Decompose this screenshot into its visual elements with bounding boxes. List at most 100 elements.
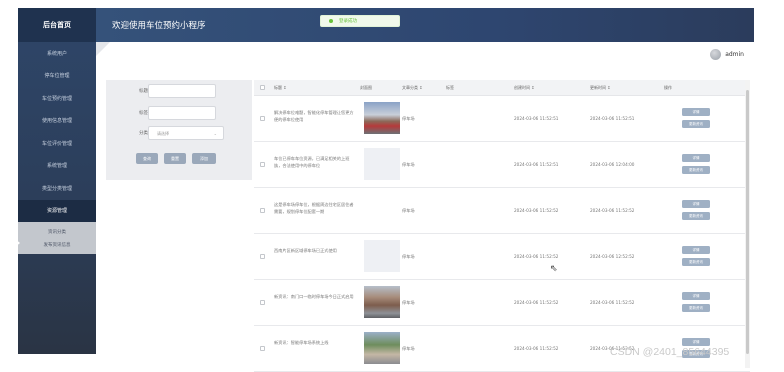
table-row[interactable]: 西南片区新区域停车场已正式使用停车场 2024-03-06 11:52:52 202… bbox=[254, 234, 750, 280]
row-category: 停车场 bbox=[402, 300, 415, 305]
tag-field-row: 标签 bbox=[106, 106, 252, 120]
table-row[interactable]: 这是停车场停车位，根据周边住宅区居住者需要，规划停车位配套一期停车场 2024-0… bbox=[254, 188, 750, 234]
sidebar-item-categories[interactable]: 类型分类管理 bbox=[18, 177, 96, 200]
row-updated: 2024-03-06 12:04:00 bbox=[590, 162, 635, 167]
sidebar-subitem-publish-news[interactable]: 发布资讯信息 bbox=[18, 238, 96, 251]
row-title: 西南片区新区域停车场已正式使用 bbox=[274, 248, 337, 253]
sidebar-item-reviews[interactable]: 车位评价管理 bbox=[18, 132, 96, 155]
col-category[interactable]: 文章分类 ↕ bbox=[402, 85, 423, 91]
row-created: 2024-03-06 11:52:52 bbox=[514, 300, 559, 305]
edit-button[interactable]: 更新资讯 bbox=[682, 120, 710, 128]
add-button[interactable]: 添加 bbox=[192, 153, 216, 164]
detail-button[interactable]: 详情 bbox=[682, 200, 710, 208]
tag-field-label: 标签 bbox=[139, 111, 148, 116]
row-category: 停车场 bbox=[402, 208, 415, 213]
edit-button[interactable]: 更新资讯 bbox=[682, 304, 710, 312]
title-search-input[interactable] bbox=[148, 84, 216, 98]
cover-image bbox=[364, 240, 400, 272]
row-category: 停车场 bbox=[402, 162, 415, 167]
table-row[interactable]: 新资讯：南门口一临时停车场今日正式启用停车场 2024-03-06 11:52:5… bbox=[254, 280, 750, 326]
col-tags: 标签 bbox=[446, 85, 454, 90]
row-title: 解决停车位难题，智能化停车管理让您更方便的停车位使用 bbox=[274, 110, 354, 122]
cover-image bbox=[364, 102, 400, 134]
scrollbar-thumb[interactable] bbox=[746, 90, 749, 354]
tag-search-input[interactable] bbox=[148, 106, 216, 120]
sidebar-item-system[interactable]: 系统管理 bbox=[18, 155, 96, 178]
col-created[interactable]: 创建时间 ↕ bbox=[514, 85, 535, 91]
row-updated: 2024-03-06 11:52:51 bbox=[590, 116, 635, 121]
active-pointer-icon bbox=[14, 238, 20, 248]
check-icon bbox=[329, 19, 333, 23]
table-row[interactable]: 解决停车位难题，智能化停车管理让您更方便的停车位使用 停车场 2024-03-06 … bbox=[254, 96, 750, 142]
cover-image bbox=[364, 332, 400, 364]
row-category: 停车场 bbox=[402, 346, 415, 351]
edit-button[interactable]: 更新资讯 bbox=[682, 166, 710, 174]
title-field-label: 标题 bbox=[139, 89, 148, 94]
detail-button[interactable]: 详情 bbox=[682, 154, 710, 162]
username[interactable]: admin bbox=[725, 51, 744, 58]
sidebar-brand[interactable]: 后台首页 bbox=[18, 8, 96, 42]
main-content: 标题 标签 分类 请选择 ⌄ 查询 重置 添加 标题 ↕ 封面图 文章分类 ↕ … bbox=[96, 66, 754, 372]
row-created: 2024-03-06 11:52:52 bbox=[514, 208, 559, 213]
detail-button[interactable]: 详情 bbox=[682, 292, 710, 300]
search-button[interactable]: 查询 bbox=[136, 153, 158, 164]
vertical-scrollbar[interactable] bbox=[745, 80, 750, 368]
reset-button[interactable]: 重置 bbox=[164, 153, 186, 164]
edit-button[interactable]: 更新资讯 bbox=[682, 212, 710, 220]
row-created: 2024-03-06 11:52:52 bbox=[514, 254, 559, 259]
sidebar-subitem-news-category[interactable]: 资讯分类 bbox=[18, 225, 96, 238]
row-checkbox[interactable] bbox=[260, 346, 265, 351]
top-bar: admin bbox=[96, 42, 754, 66]
col-cover: 封面图 bbox=[360, 85, 372, 90]
category-select-value: 请选择 bbox=[157, 131, 169, 136]
category-field-label: 分类 bbox=[139, 131, 148, 136]
mouse-cursor-icon: ⇖ bbox=[550, 264, 558, 274]
user-menu[interactable]: admin bbox=[710, 49, 744, 60]
table-row[interactable]: 车位已停车车位资源，已满足相关的上班族，合法使用中的停车位 停车场 2024-03-… bbox=[254, 142, 750, 188]
sidebar-item-system-users[interactable]: 系统用户 bbox=[18, 42, 96, 65]
sidebar-item-parking-spaces[interactable]: 停车位管理 bbox=[18, 65, 96, 88]
row-checkbox[interactable] bbox=[260, 254, 265, 259]
row-created: 2024-03-06 11:52:52 bbox=[514, 346, 559, 351]
detail-button[interactable]: 详情 bbox=[682, 108, 710, 116]
cover-image bbox=[364, 148, 400, 180]
category-field-row: 分类 请选择 ⌄ bbox=[106, 126, 252, 140]
sidebar-item-usage[interactable]: 使用信息管理 bbox=[18, 110, 96, 133]
toast-text: 登录成功 bbox=[339, 19, 357, 24]
detail-button[interactable]: 详情 bbox=[682, 338, 710, 346]
row-title: 新资讯：智能停车场系统上线 bbox=[274, 340, 329, 345]
col-actions: 操作 bbox=[664, 85, 672, 90]
col-updated[interactable]: 更新时间 ↕ bbox=[590, 85, 611, 91]
row-checkbox[interactable] bbox=[260, 116, 265, 121]
row-checkbox[interactable] bbox=[260, 208, 265, 213]
success-toast: 登录成功 bbox=[320, 15, 400, 27]
detail-button[interactable]: 详情 bbox=[682, 246, 710, 254]
row-checkbox[interactable] bbox=[260, 300, 265, 305]
row-created: 2024-03-06 11:52:51 bbox=[514, 162, 559, 167]
row-category: 停车场 bbox=[402, 254, 415, 259]
watermark: CSDN @2401_85644395 bbox=[610, 346, 730, 358]
title-field-row: 标题 bbox=[106, 84, 252, 98]
page-title: 欢迎使用车位预约小程序 bbox=[112, 21, 206, 31]
avatar[interactable] bbox=[710, 49, 722, 60]
category-select[interactable]: 请选择 ⌄ bbox=[148, 126, 224, 140]
row-updated: 2024-03-06 12:52:52 bbox=[590, 254, 635, 259]
chevron-down-icon: ⌄ bbox=[213, 131, 217, 136]
row-checkbox[interactable] bbox=[260, 162, 265, 167]
row-title: 新资讯：南门口一临时停车场今日正式启用 bbox=[274, 294, 354, 299]
row-title: 这是停车场停车位，根据周边住宅区居住者需要，规划停车位配套一期 bbox=[274, 202, 354, 214]
row-updated: 2024-03-06 11:52:52 bbox=[590, 300, 635, 305]
sidebar-item-reservations[interactable]: 车位预约管理 bbox=[18, 87, 96, 110]
edit-button[interactable]: 更新资讯 bbox=[682, 258, 710, 266]
sidebar: 后台首页 系统用户 停车位管理 车位预约管理 使用信息管理 车位评价管理 系统管… bbox=[14, 8, 96, 354]
news-table: 标题 ↕ 封面图 文章分类 ↕ 标签 创建时间 ↕ 更新时间 ↕ 操作 解决停车… bbox=[254, 80, 750, 372]
collapse-corner-icon[interactable] bbox=[96, 42, 110, 56]
search-panel: 标题 标签 分类 请选择 ⌄ 查询 重置 添加 bbox=[106, 80, 252, 180]
select-all-checkbox[interactable] bbox=[260, 85, 265, 90]
row-created: 2024-03-06 11:52:51 bbox=[514, 116, 559, 121]
table-header: 标题 ↕ 封面图 文章分类 ↕ 标签 创建时间 ↕ 更新时间 ↕ 操作 bbox=[254, 80, 750, 96]
cover-image bbox=[364, 286, 400, 318]
app-window: 后台首页 系统用户 停车位管理 车位预约管理 使用信息管理 车位评价管理 系统管… bbox=[14, 8, 754, 372]
sidebar-item-resources[interactable]: 资源管理 bbox=[18, 199, 96, 222]
col-title[interactable]: 标题 ↕ bbox=[274, 85, 287, 91]
